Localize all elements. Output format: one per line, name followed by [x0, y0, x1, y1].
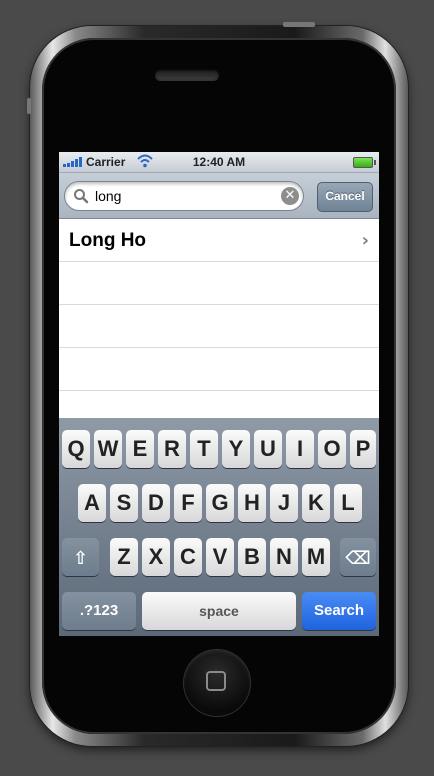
- list-item-label: Long Ho: [69, 230, 147, 251]
- empty-row: [59, 305, 379, 348]
- chevron-right-icon: ›: [361, 230, 369, 251]
- clear-icon[interactable]: ✕: [281, 187, 299, 205]
- search-input[interactable]: long ✕: [64, 181, 304, 211]
- key-o[interactable]: O: [318, 430, 346, 468]
- key-c[interactable]: C: [174, 538, 202, 576]
- home-square-icon: [206, 671, 226, 691]
- key-v[interactable]: V: [206, 538, 234, 576]
- key-x[interactable]: X: [142, 538, 170, 576]
- key-r[interactable]: R: [158, 430, 186, 468]
- search-bar: long ✕ Cancel: [59, 173, 379, 219]
- keyboard: Q W E R T Y U I O P A S D F G H J K L ⇧ …: [59, 418, 379, 636]
- sleep-button: [283, 22, 315, 27]
- silent-switch: [27, 98, 31, 114]
- status-bar: Carrier 12:40 AM: [59, 152, 379, 173]
- key-w[interactable]: W: [94, 430, 122, 468]
- key-a[interactable]: A: [78, 484, 106, 522]
- shift-key[interactable]: ⇧: [62, 538, 99, 576]
- status-time: 12:40 AM: [192, 155, 246, 169]
- key-n[interactable]: N: [270, 538, 298, 576]
- screen: Carrier 12:40 AM long ✕ Cancel Long Ho ›: [59, 152, 379, 636]
- key-t[interactable]: T: [190, 430, 218, 468]
- key-d[interactable]: D: [142, 484, 170, 522]
- key-s[interactable]: S: [110, 484, 138, 522]
- key-q[interactable]: Q: [62, 430, 90, 468]
- home-button[interactable]: [184, 650, 250, 716]
- key-m[interactable]: M: [302, 538, 330, 576]
- key-g[interactable]: G: [206, 484, 234, 522]
- key-u[interactable]: U: [254, 430, 282, 468]
- results-list: Long Ho ›: [59, 219, 379, 434]
- key-y[interactable]: Y: [222, 430, 250, 468]
- search-key[interactable]: Search: [302, 592, 376, 630]
- key-f[interactable]: F: [174, 484, 202, 522]
- key-p[interactable]: P: [350, 430, 376, 468]
- shift-icon: ⇧: [72, 548, 89, 569]
- backspace-icon: ⌫: [345, 548, 371, 569]
- empty-row: [59, 348, 379, 391]
- delete-key[interactable]: ⌫: [340, 538, 376, 576]
- space-key[interactable]: space: [142, 592, 296, 630]
- search-icon: [74, 189, 89, 204]
- key-e[interactable]: E: [126, 430, 154, 468]
- earpiece-speaker: [155, 69, 219, 80]
- cancel-button[interactable]: Cancel: [317, 182, 373, 212]
- numbers-key[interactable]: .?123: [62, 592, 136, 630]
- key-k[interactable]: K: [302, 484, 330, 522]
- key-j[interactable]: J: [270, 484, 298, 522]
- key-i[interactable]: I: [286, 430, 314, 468]
- key-b[interactable]: B: [238, 538, 266, 576]
- empty-row: [59, 262, 379, 305]
- key-z[interactable]: Z: [110, 538, 138, 576]
- key-h[interactable]: H: [238, 484, 266, 522]
- list-item[interactable]: Long Ho ›: [59, 219, 379, 262]
- battery-icon: [353, 157, 376, 168]
- search-input-value: long: [95, 188, 122, 204]
- key-l[interactable]: L: [334, 484, 362, 522]
